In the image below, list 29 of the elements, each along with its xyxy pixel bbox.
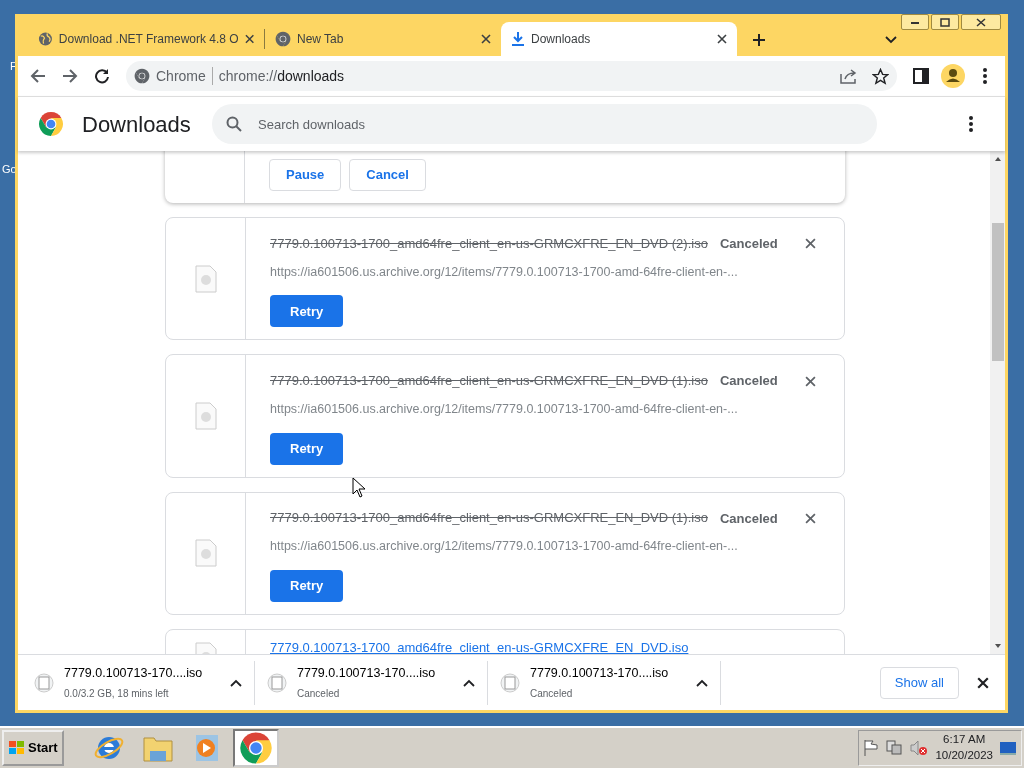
browser-tab[interactable]: New Tab	[265, 22, 501, 56]
browser-tab[interactable]: Download .NET Framework 4.8 O	[28, 22, 264, 56]
shelf-download-item[interactable]: 7779.0.100713-170....iso 0.0/3.2 GB, 18 mins left	[22, 660, 255, 705]
download-status: Canceled	[719, 235, 778, 253]
clock[interactable]: 6:17 AM 10/20/2023	[935, 732, 993, 764]
address-bar[interactable]: Chrome chrome://downloads	[126, 61, 897, 91]
download-url: https://ia601506.us.archive.org/12/items/7779.0.100713-1700-amd-64fre-client-en-...	[270, 263, 739, 281]
page-title: Downloads	[82, 110, 192, 139]
download-status: Canceled	[719, 509, 778, 528]
url-text: chrome://downloads	[218, 66, 345, 86]
download-action-button[interactable]: Cancel	[349, 159, 426, 191]
file-name: 7779.0.100713-1700_amd64fre_client_en-us-GRMCXFRE_EN_DVD (1).iso	[270, 510, 708, 527]
search-field[interactable]: Search downloads	[212, 104, 877, 144]
retry-button[interactable]: Retry	[270, 295, 344, 328]
download-url: https://ia601506.us.archive.org/12/items/7779.0.100713-1700-amd-64fre-client-en-...	[270, 400, 739, 418]
file-name: 7779.0.100713-1700_amd64fre_client_en-us-GRMCXFRE_EN_DVD (1).iso	[270, 373, 708, 389]
file-link[interactable]: 7779.0.100713-1700_amd64fre_client_en-us-GRMCXFRE_EN_DVD.iso	[270, 639, 689, 654]
retry-button[interactable]: Retry	[270, 569, 344, 602]
download-action-button[interactable]: Pause	[269, 159, 342, 191]
site-label: Chrome	[156, 66, 206, 86]
download-url: https://ia601506.us.archive.org/12/items/7779.0.100713-1700-amd-64fre-client-en-...	[270, 538, 739, 555]
start-button[interactable]: Start	[2, 730, 64, 766]
shelf-download-item[interactable]: 7779.0.100713-170....iso Canceled	[488, 660, 721, 705]
retry-button[interactable]: Retry	[270, 432, 344, 465]
file-name: 7779.0.100713-1700_amd64fre_client_en-us-GRMCXFRE_EN_DVD (2).iso	[270, 235, 708, 252]
show-all-button[interactable]: Show all	[879, 666, 959, 699]
browser-tab[interactable]: Downloads	[501, 22, 737, 56]
shelf-download-item[interactable]: 7779.0.100713-170....iso Canceled	[255, 660, 488, 705]
download-status: Canceled	[719, 372, 778, 391]
